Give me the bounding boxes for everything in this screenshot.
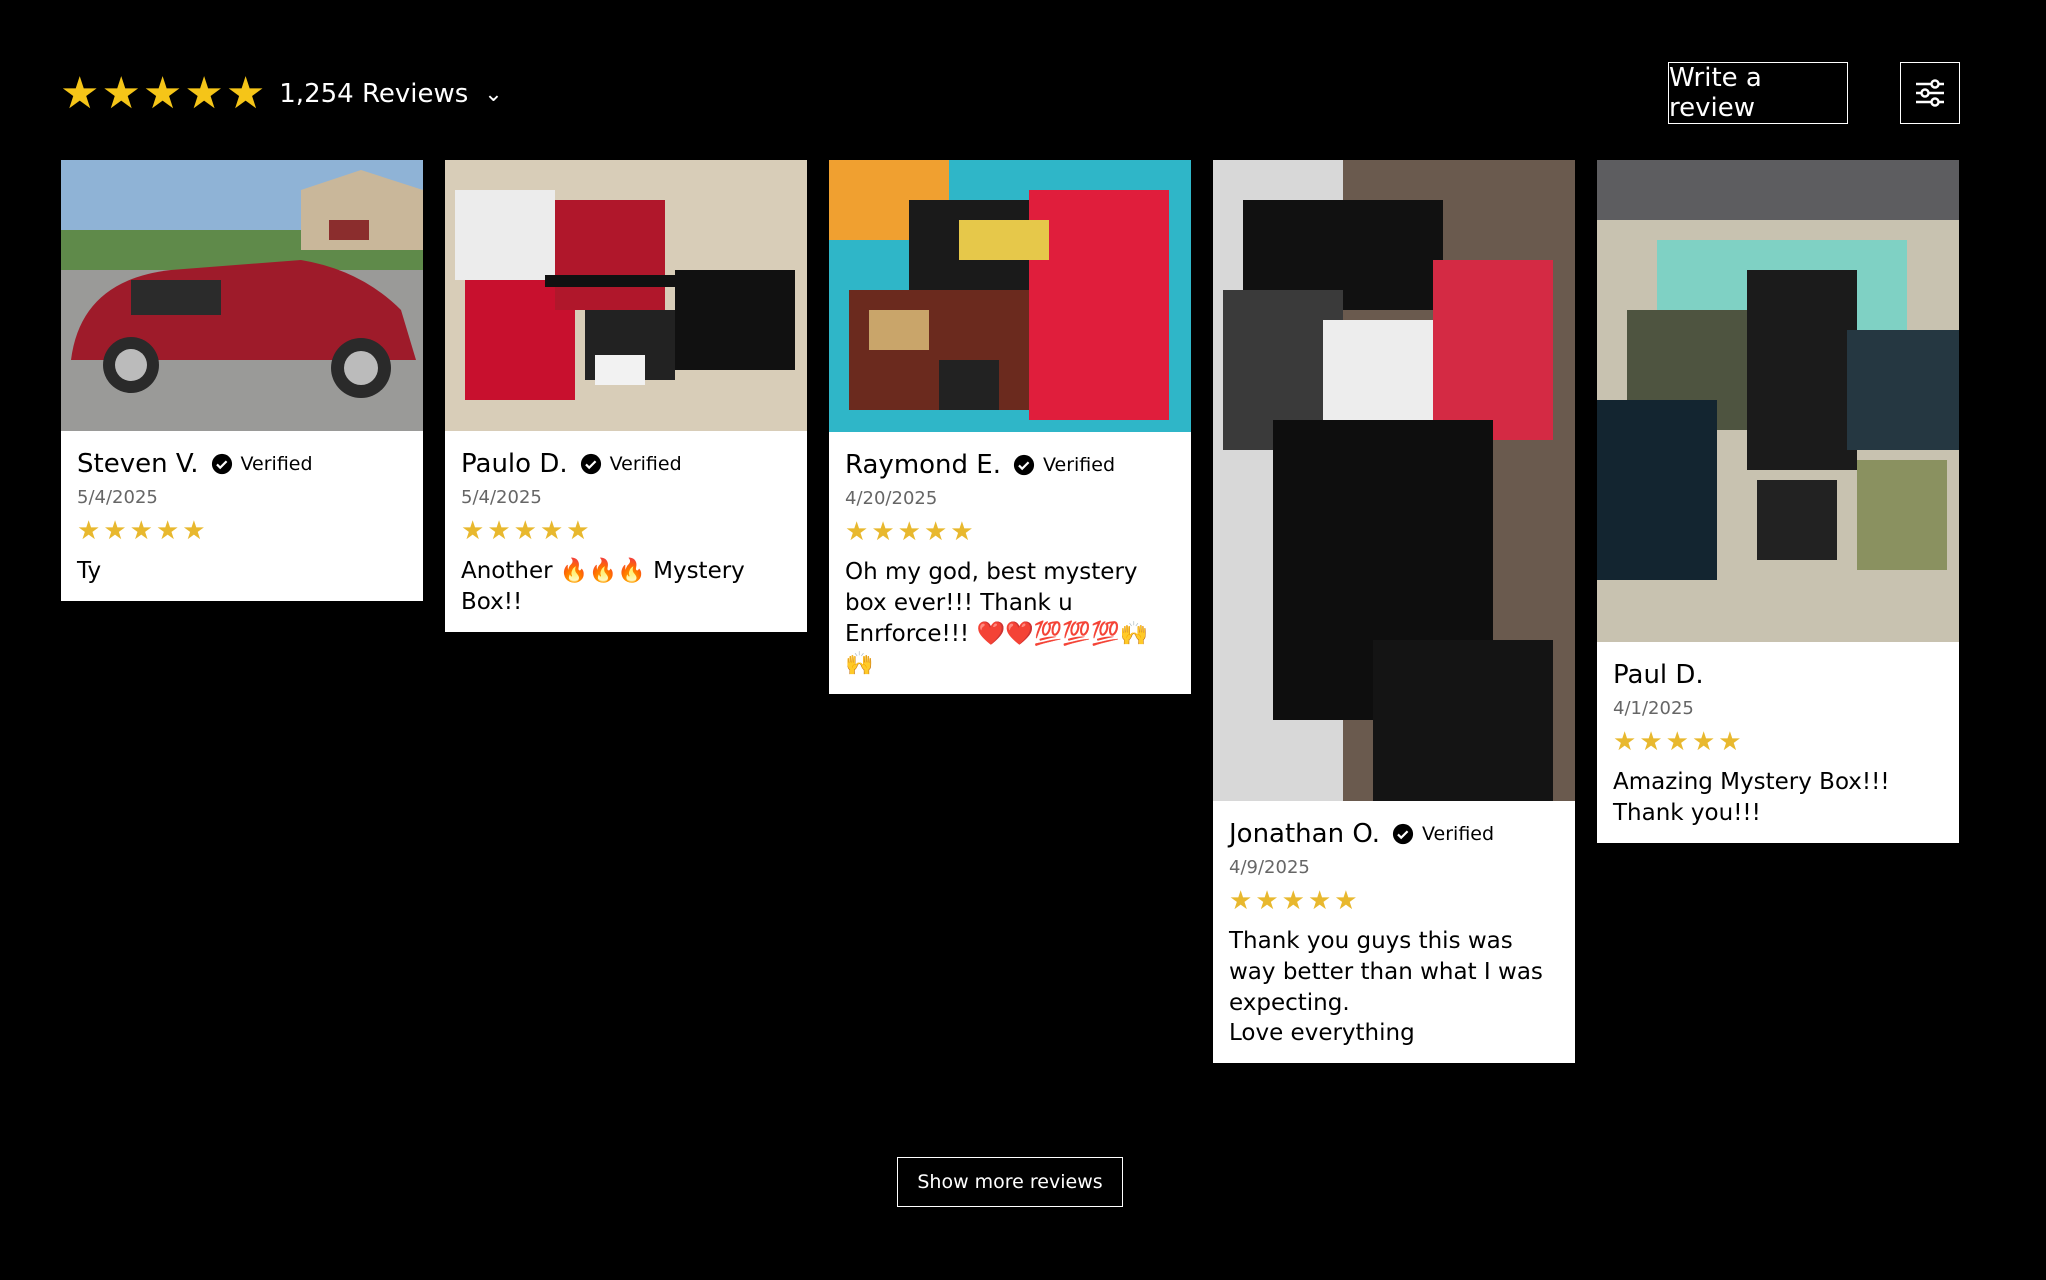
reviewer-name: Jonathan O.	[1229, 819, 1381, 849]
verified-check-icon	[211, 453, 232, 475]
review-text: Thank you guys this was way better than …	[1229, 928, 1543, 1047]
star-icon: ★	[1639, 727, 1663, 757]
review-date: 4/20/2025	[845, 488, 938, 509]
star-icon: ★	[1281, 886, 1305, 916]
review-photo[interactable]	[1597, 160, 1959, 642]
star-icon: ★	[923, 517, 948, 547]
reviewer-name: Steven V.	[77, 449, 199, 479]
star-icon: ★	[487, 516, 511, 546]
chevron-down-icon[interactable]: ⌄	[484, 82, 502, 107]
verified-label: Verified	[609, 453, 682, 475]
review-date: 5/4/2025	[77, 487, 158, 508]
reviews-header: ★ ★ ★ ★ ★ 1,254 Reviews ⌄ Write a review	[60, 60, 1960, 128]
star-icon: ★	[225, 68, 266, 119]
review-photo[interactable]	[61, 160, 423, 431]
review-stars: ★ ★ ★ ★ ★	[461, 518, 791, 544]
star-icon: ★	[103, 516, 127, 546]
review-card[interactable]: Raymond E. Verified 4/20/2025 ★ ★ ★ ★ ★ …	[829, 160, 1191, 695]
review-card[interactable]: Jonathan O. Verified 4/9/2025 ★ ★ ★ ★ ★ …	[1213, 160, 1575, 1064]
verified-label: Verified	[1043, 454, 1116, 476]
star-icon: ★	[77, 516, 101, 546]
review-stars: ★ ★ ★ ★ ★	[1613, 729, 1943, 755]
review-date: 4/1/2025	[1613, 698, 1694, 719]
verified-check-icon	[1013, 454, 1035, 476]
star-icon: ★	[155, 516, 180, 546]
review-photo-image	[61, 160, 423, 431]
star-icon: ★	[1613, 727, 1637, 757]
star-icon: ★	[1665, 727, 1689, 757]
star-icon: ★	[182, 516, 206, 546]
star-icon: ★	[871, 517, 895, 547]
review-text: Another 🔥🔥🔥 Mystery Box!!	[461, 558, 745, 615]
star-icon: ★	[845, 517, 869, 547]
star-icon: ★	[566, 516, 590, 546]
review-photo[interactable]	[1213, 160, 1575, 801]
star-icon: ★	[142, 68, 183, 119]
review-photo-image	[445, 160, 807, 431]
review-count[interactable]: 1,254 Reviews	[279, 79, 468, 109]
review-stars: ★ ★ ★ ★ ★	[845, 519, 1175, 545]
star-icon: ★	[101, 68, 141, 119]
review-text: Ty	[77, 558, 102, 584]
review-text: Oh my god, best mystery box ever!!! Than…	[845, 559, 1149, 678]
star-icon: ★	[1255, 886, 1279, 916]
review-text: Amazing Mystery Box!!! Thank you!!!	[1613, 769, 1890, 826]
rating-summary[interactable]: ★ ★ ★ ★ ★ 1,254 Reviews ⌄	[60, 60, 503, 128]
summary-stars: ★ ★ ★ ★ ★	[60, 72, 265, 116]
star-icon: ★	[1307, 886, 1332, 916]
verified-label: Verified	[240, 453, 313, 475]
star-icon: ★	[897, 517, 921, 547]
review-card[interactable]: Paulo D. Verified 5/4/2025 ★ ★ ★ ★ ★ Ano…	[445, 160, 807, 632]
star-icon: ★	[539, 516, 564, 546]
star-icon: ★	[1691, 727, 1716, 757]
review-date: 4/9/2025	[1229, 857, 1310, 878]
sliders-icon	[1916, 79, 1944, 107]
star-icon: ★	[60, 68, 100, 119]
review-stars: ★ ★ ★ ★ ★	[77, 518, 407, 544]
star-icon: ★	[461, 516, 485, 546]
review-card[interactable]: Paul D. 4/1/2025 ★ ★ ★ ★ ★ Amazing Myste…	[1597, 160, 1959, 843]
star-icon: ★	[184, 68, 224, 119]
star-icon: ★	[1718, 727, 1742, 757]
show-more-reviews-button[interactable]: Show more reviews	[897, 1157, 1123, 1207]
filter-button[interactable]	[1900, 62, 1960, 124]
review-photo[interactable]	[829, 160, 1191, 432]
review-stars: ★ ★ ★ ★ ★	[1229, 888, 1559, 914]
verified-check-icon	[580, 453, 601, 475]
verified-check-icon	[1392, 823, 1414, 845]
star-icon: ★	[1334, 886, 1358, 916]
star-icon: ★	[129, 516, 153, 546]
reviewer-name: Raymond E.	[845, 450, 1001, 480]
review-photo-image	[1597, 160, 1959, 642]
review-photo[interactable]	[445, 160, 807, 431]
star-icon: ★	[513, 516, 537, 546]
star-icon: ★	[1229, 886, 1253, 916]
review-date: 5/4/2025	[461, 487, 542, 508]
review-card[interactable]: Steven V. Verified 5/4/2025 ★ ★ ★ ★ ★ Ty	[61, 160, 423, 601]
write-review-button[interactable]: Write a review	[1668, 62, 1848, 124]
star-icon: ★	[950, 517, 974, 547]
review-photo-image	[1213, 160, 1575, 801]
review-photo-image	[829, 160, 1191, 432]
verified-label: Verified	[1422, 823, 1495, 845]
reviewer-name: Paul D.	[1613, 660, 1704, 690]
reviewer-name: Paulo D.	[461, 449, 568, 479]
